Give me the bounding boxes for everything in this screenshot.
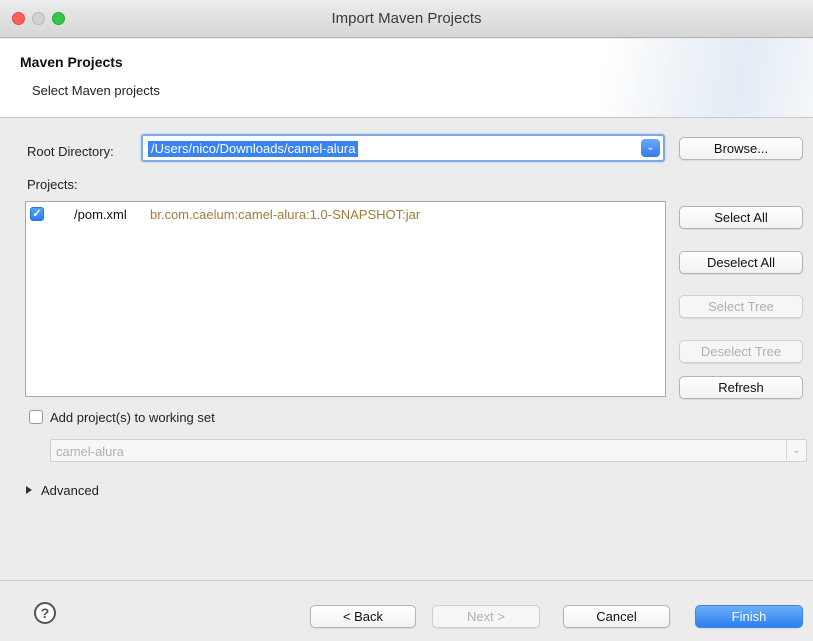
page-subtitle: Select Maven projects [32, 83, 160, 98]
window-title: Import Maven Projects [331, 10, 482, 27]
projects-list[interactable]: ✓ /pom.xml br.com.caelum:camel-alura:1.0… [25, 201, 666, 397]
working-set-combo[interactable]: camel-alura ⌄ [50, 439, 807, 462]
working-set-checkbox[interactable] [29, 410, 43, 424]
chevron-down-icon[interactable]: ⌄ [786, 440, 806, 461]
working-set-value: camel-alura [56, 444, 124, 459]
advanced-toggle[interactable]: Advanced [41, 483, 99, 498]
footer-divider [0, 580, 813, 581]
deselect-all-button[interactable]: Deselect All [679, 251, 803, 274]
working-set-label[interactable]: Add project(s) to working set [50, 410, 215, 425]
list-item[interactable]: ✓ /pom.xml br.com.caelum:camel-alura:1.0… [26, 205, 665, 225]
next-button[interactable]: Next > [432, 605, 540, 628]
title-bar: Import Maven Projects [0, 0, 813, 38]
root-directory-label: Root Directory: [27, 144, 114, 159]
project-artifact: br.com.caelum:camel-alura:1.0-SNAPSHOT:j… [150, 207, 421, 222]
browse-button[interactable]: Browse... [679, 137, 803, 160]
help-icon[interactable]: ? [34, 602, 56, 624]
refresh-button[interactable]: Refresh [679, 376, 803, 399]
root-directory-combo[interactable]: /Users/nico/Downloads/camel-alura ⌄ [141, 134, 665, 162]
finish-button[interactable]: Finish [695, 605, 803, 628]
cancel-button[interactable]: Cancel [563, 605, 670, 628]
select-tree-button[interactable]: Select Tree [679, 295, 803, 318]
deselect-tree-button[interactable]: Deselect Tree [679, 340, 803, 363]
header-banner-graphic [513, 39, 813, 117]
projects-label: Projects: [27, 177, 78, 192]
wizard-header: Maven Projects Select Maven projects [0, 39, 813, 118]
project-pom-name: /pom.xml [74, 207, 127, 222]
select-all-button[interactable]: Select All [679, 206, 803, 229]
project-checkbox[interactable]: ✓ [30, 207, 44, 221]
back-button[interactable]: < Back [310, 605, 416, 628]
root-directory-value[interactable]: /Users/nico/Downloads/camel-alura [148, 141, 359, 157]
chevron-down-icon[interactable]: ⌄ [641, 139, 660, 157]
disclosure-triangle-icon[interactable] [26, 486, 32, 494]
page-title: Maven Projects [20, 54, 123, 70]
